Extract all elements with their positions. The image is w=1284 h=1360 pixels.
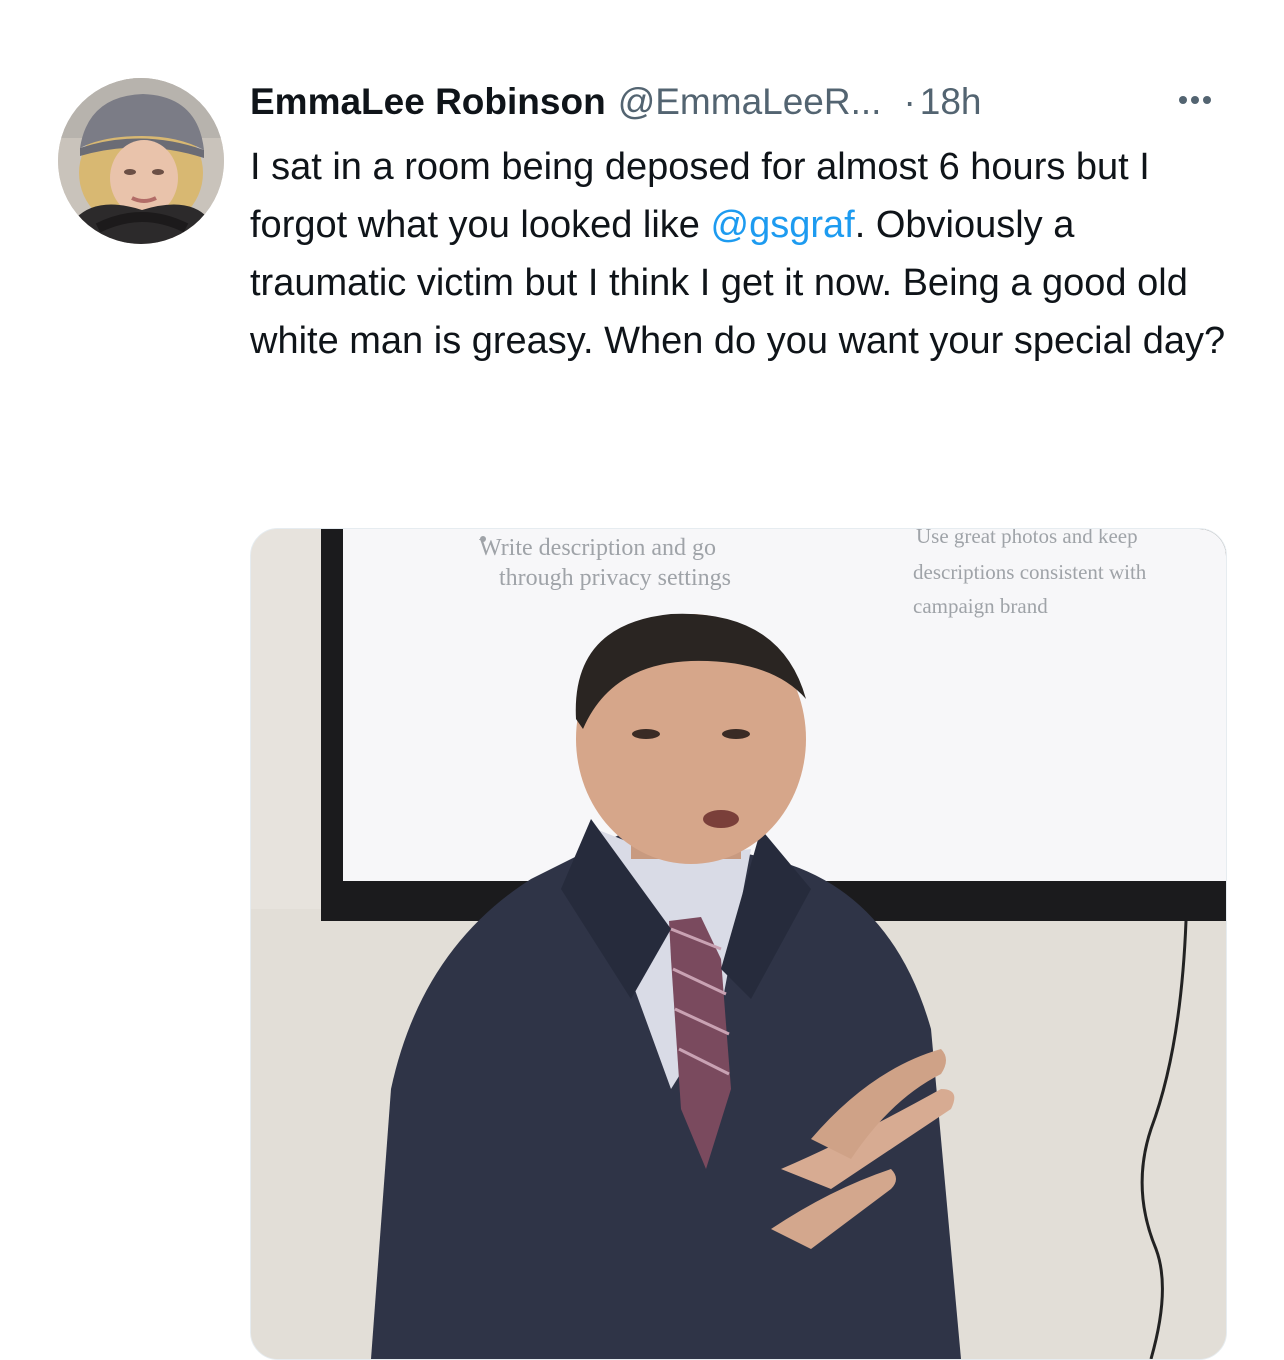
separator-dot: · — [903, 81, 916, 122]
more-options-icon — [1179, 96, 1211, 104]
tweet-header: EmmaLee Robinson @EmmaLeeR... · 18h — [250, 76, 1230, 128]
slide-bullet-right-1: Use great photos and keep — [916, 529, 1138, 548]
mention-link[interactable]: @gsgraf — [711, 204, 855, 246]
tweet-timestamp[interactable]: 18h — [920, 81, 982, 123]
author-avatar[interactable] — [58, 78, 224, 244]
author-display-name[interactable]: EmmaLee Robinson — [250, 81, 606, 123]
tweet-media-photo[interactable]: Write description and go through privacy… — [250, 528, 1227, 1360]
slide-bullet-right-2: descriptions consistent with — [913, 560, 1147, 584]
tweet-text: I sat in a room being deposed for almost… — [250, 138, 1240, 370]
more-options-button[interactable] — [1170, 80, 1220, 120]
tweet: EmmaLee Robinson @EmmaLeeR... · 18h I sa… — [0, 0, 1284, 1360]
slide-bullet-left-2: through privacy settings — [499, 565, 731, 591]
photo-image: Write description and go through privacy… — [251, 529, 1226, 1359]
author-handle[interactable]: @EmmaLeeR... — [618, 81, 882, 123]
slide-bullet-left-1: Write description and go — [479, 535, 716, 561]
slide-bullet-right-3: campaign brand — [913, 594, 1048, 618]
profile-photo-image — [58, 78, 224, 244]
